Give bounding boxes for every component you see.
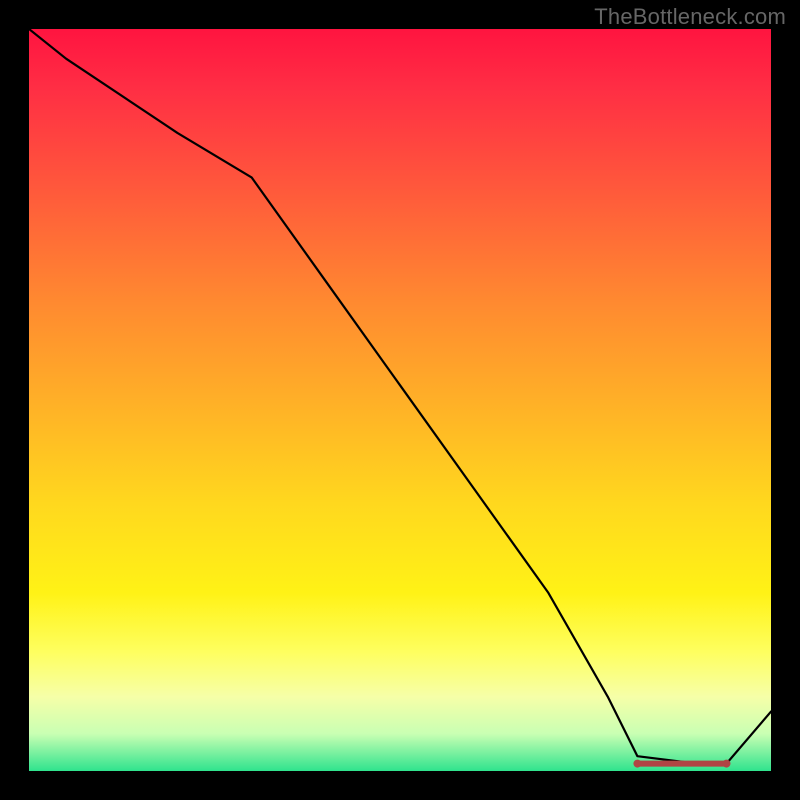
chart-svg bbox=[29, 29, 771, 771]
optimal-range-start bbox=[633, 760, 641, 768]
bottleneck-line bbox=[29, 29, 771, 764]
optimal-range-end bbox=[722, 760, 730, 768]
watermark-text: TheBottleneck.com bbox=[594, 4, 786, 30]
chart-frame: TheBottleneck.com bbox=[0, 0, 800, 800]
